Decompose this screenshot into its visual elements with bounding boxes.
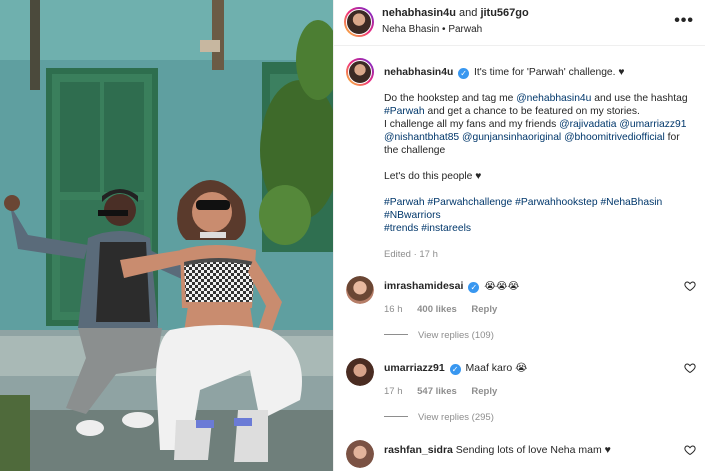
like-heart-icon[interactable]	[684, 280, 696, 292]
caption-text-run: the challenge	[384, 145, 446, 156]
verified-badge-icon: ✓	[449, 364, 461, 375]
verified-badge-icon: ✓	[468, 282, 480, 293]
comment-username[interactable]: imrashamidesai	[384, 280, 463, 292]
comment-body: umarriazz91 ✓ Maaf karo 😭	[384, 362, 674, 375]
hashtag-link[interactable]: #NehaBhasin	[600, 197, 662, 208]
caption-line-1: It's time for 'Parwah' challenge. ♥	[473, 67, 625, 78]
comment-likes[interactable]: 400 likes	[417, 304, 457, 315]
verified-badge-icon: ✓	[458, 68, 470, 79]
comment-item: rashfan_sidra Sending lots of love Neha …	[346, 440, 696, 470]
like-heart-icon[interactable]	[684, 444, 696, 456]
like-heart-icon[interactable]	[684, 362, 696, 374]
hashtag-link[interactable]: #Parwah	[384, 106, 425, 117]
collaborator-username[interactable]: jitu567go	[480, 7, 528, 19]
comment-body: imrashamidesai ✓ 😭😭😭	[384, 280, 674, 293]
commenter-avatar[interactable]	[346, 440, 374, 468]
comment-text: Maaf karo 😭	[465, 362, 528, 374]
caption-text: nehabhasin4u ✓ It's time for 'Parwah' ch…	[384, 66, 696, 235]
view-replies-label: View replies (109)	[418, 330, 494, 341]
caption-username[interactable]: nehabhasin4u	[384, 67, 453, 78]
comment-meta: 17 h 547 likes Reply	[384, 386, 509, 397]
caption-line-cta: Let's do this people ♥	[384, 171, 482, 182]
audio-song[interactable]: Parwah	[448, 24, 482, 35]
view-replies-button[interactable]: View replies (295)	[384, 412, 494, 423]
hashtag-link[interactable]: #trends	[384, 223, 418, 234]
author-avatar[interactable]	[344, 7, 374, 37]
comment-age: 17 h	[384, 386, 403, 397]
mention-link[interactable]: @umarriazz91	[619, 119, 686, 130]
comment-text: 😭😭😭	[484, 281, 520, 292]
view-replies-label: View replies (295)	[418, 412, 494, 423]
caption-text-run: and get a chance to be featured on my st…	[424, 106, 640, 117]
authors-conjunction: and	[455, 7, 481, 19]
reel-video-frame	[0, 0, 333, 471]
commenter-avatar[interactable]	[346, 358, 374, 386]
post-details-panel: nehabhasin4u and jitu567go Neha Bhasin •…	[333, 0, 705, 471]
reel-video[interactable]	[0, 0, 333, 471]
hashtag-link[interactable]: #NBwarriors	[384, 210, 441, 221]
comment-username[interactable]: rashfan_sidra	[384, 444, 453, 456]
replies-divider	[384, 334, 408, 335]
caption-text-run: for	[664, 132, 680, 143]
comment-age: 16 h	[384, 304, 403, 315]
mention-link[interactable]: @gunjansinhaoriginal	[462, 132, 561, 143]
hashtag-link[interactable]: #instareels	[421, 223, 471, 234]
more-options-icon[interactable]: •••	[674, 12, 694, 30]
reply-button[interactable]: Reply	[471, 304, 497, 315]
hashtag-link[interactable]: #Parwahhookstep	[515, 197, 597, 208]
comment-text: Sending lots of love Neha mam ♥	[455, 444, 611, 456]
mention-link[interactable]: @bhoomitrivediofficial	[564, 132, 665, 143]
view-replies-button[interactable]: View replies (109)	[384, 330, 494, 341]
comment-item: umarriazz91 ✓ Maaf karo 😭 17 h 547 likes…	[346, 358, 696, 428]
edited-timestamp: Edited · 17 h	[384, 249, 438, 260]
author-username[interactable]: nehabhasin4u	[382, 7, 456, 19]
hashtag-link[interactable]: #Parwah	[384, 197, 425, 208]
comment-username[interactable]: umarriazz91	[384, 362, 445, 374]
mention-link[interactable]: @nehabhasin4u	[516, 93, 591, 104]
audio-separator: •	[439, 24, 449, 35]
reply-button[interactable]: Reply	[471, 386, 497, 397]
caption-text-run: and use the hashtag	[591, 93, 688, 104]
comment-likes[interactable]: 547 likes	[417, 386, 457, 397]
replies-divider	[384, 416, 408, 417]
post-header: nehabhasin4u and jitu567go Neha Bhasin •…	[334, 0, 705, 46]
comment-meta: 16 h 400 likes Reply	[384, 304, 509, 315]
mention-link[interactable]: @rajivadatia	[559, 119, 616, 130]
caption-line-2: Do the hookstep and tag me	[384, 93, 517, 104]
comment-item: imrashamidesai ✓ 😭😭😭 16 h 400 likes Repl…	[346, 276, 696, 346]
caption-avatar[interactable]	[346, 58, 374, 86]
caption-text-run: I challenge all my fans and my friends	[384, 119, 560, 130]
audio-artist[interactable]: Neha Bhasin	[382, 24, 439, 35]
commenter-avatar[interactable]	[346, 276, 374, 304]
comment-body: rashfan_sidra Sending lots of love Neha …	[384, 444, 674, 457]
hashtag-link[interactable]: #Parwahchallenge	[428, 197, 513, 208]
post-authors: nehabhasin4u and jitu567go	[382, 7, 529, 19]
audio-info: Neha Bhasin • Parwah	[382, 24, 482, 35]
mention-link[interactable]: @nishantbhat85	[384, 132, 459, 143]
